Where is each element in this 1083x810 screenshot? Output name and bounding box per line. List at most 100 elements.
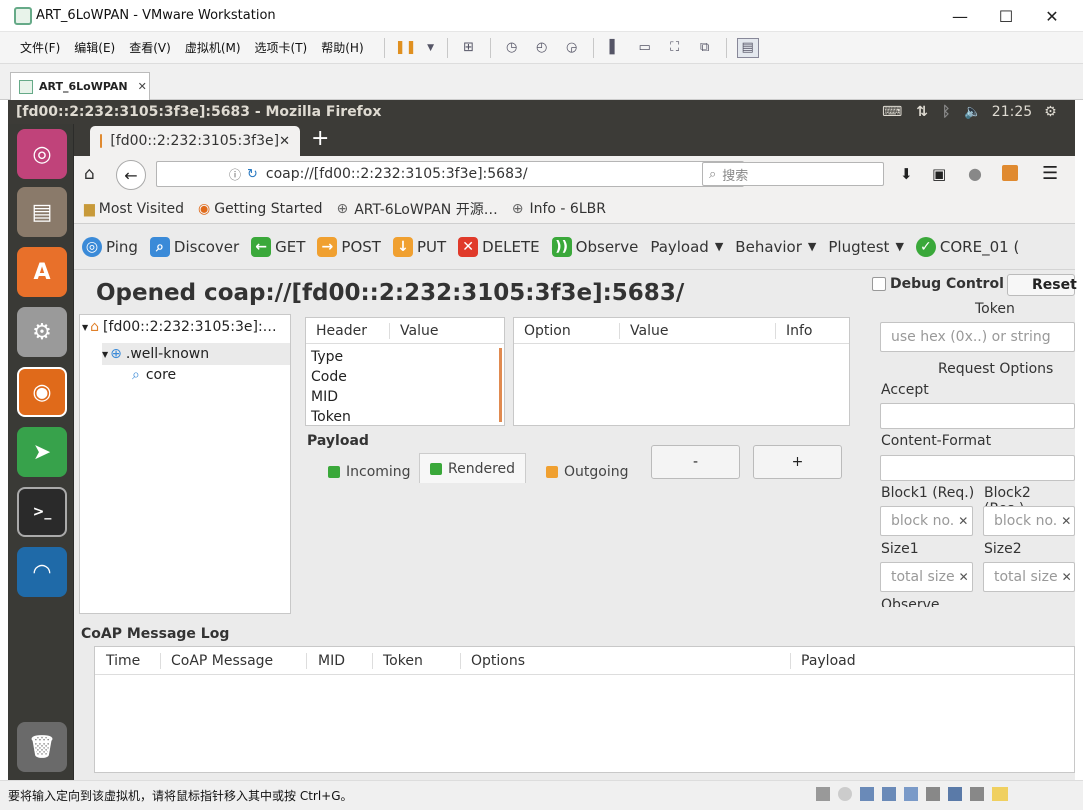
wireshark-icon[interactable]: ◠ [17,547,67,597]
menu-help[interactable]: 帮助(H) [321,39,363,56]
tab-outgoing[interactable]: Outgoing [546,460,628,484]
bookmark-getting-started[interactable]: ◉ Getting Started [198,201,322,217]
unity-icon[interactable]: ⧉ [694,38,716,58]
size2-input[interactable]: total size ✕ [983,562,1075,592]
log-col-message: CoAP Message [161,652,307,669]
menu-tabs[interactable]: 选项卡(T) [255,39,308,56]
url-bar[interactable]: ⓘ ↻ coap://[fd00::2:232:3105:3f3e]:5683/… [156,161,744,187]
terminal-icon[interactable]: >_ [17,487,67,537]
network-icon[interactable]: ⇅ [916,104,928,120]
printer-icon[interactable] [926,787,940,801]
sync-icon[interactable]: ● [968,164,982,183]
snapshot-manager-icon[interactable]: ◶ [561,38,583,58]
revert-snapshot-icon[interactable]: ◴ [531,38,553,58]
back-button[interactable]: ← [116,160,146,190]
block2-input[interactable]: block no. ✕ [983,506,1075,536]
hdd-icon[interactable] [816,787,830,801]
menu-vm[interactable]: 虚拟机(M) [185,39,241,56]
observe-button[interactable]: )) Observe [551,236,638,257]
console-view-icon[interactable]: ▭ [634,38,656,58]
vm-tab[interactable]: ART_6LoWPAN ✕ [10,72,150,100]
bluetooth-icon[interactable]: ᛒ [942,104,950,120]
clock[interactable]: 21:25 [992,104,1032,120]
clear-icon[interactable]: ✕ [1062,570,1072,584]
sound-icon[interactable] [904,787,918,801]
menu-hamburger-icon[interactable]: ☰ [1042,163,1058,184]
software-center-icon[interactable]: A [17,247,67,297]
volume-icon[interactable]: 🔈 [964,104,981,120]
messenger-icon[interactable]: ➤ [17,427,67,477]
fullscreen-icon[interactable]: ⛶ [664,38,686,58]
plugtest-menu[interactable]: Plugtest ▼ [828,238,904,256]
size1-input[interactable]: total size ✕ [880,562,973,592]
clear-icon[interactable]: ✕ [1061,514,1071,528]
close-button[interactable]: ✕ [1029,0,1075,32]
clear-icon[interactable]: ✕ [958,514,968,528]
minimize-button[interactable]: — [937,0,983,32]
devices-icon[interactable] [970,787,984,801]
maximize-button[interactable]: ☐ [983,0,1029,32]
system-settings-icon[interactable]: ⚙ [17,307,67,357]
library-icon[interactable]: ▤ [736,37,759,58]
plus-button[interactable]: + [753,445,842,479]
menu-view[interactable]: 查看(V) [129,39,171,56]
debug-control[interactable]: Debug Control [872,276,1004,292]
cd-icon[interactable] [838,787,852,801]
post-button[interactable]: → POST [317,236,381,257]
debug-checkbox[interactable] [872,277,886,291]
url-text[interactable]: coap://[fd00::2:232:3105:3f3e]:5683/ [266,166,528,182]
token-input[interactable]: use hex (0x..) or string [880,322,1075,352]
get-button[interactable]: ← GET [251,236,305,257]
home-icon[interactable]: ⌂ [84,164,95,184]
search-box[interactable]: ⌕ 搜索 [702,162,884,186]
menu-edit[interactable]: 编辑(E) [74,39,115,56]
ubuntu-dash-icon[interactable]: ◎ [17,129,67,179]
put-button[interactable]: ↓ PUT [392,236,446,257]
files-icon[interactable]: ▤ [17,187,67,237]
keyboard-icon[interactable]: ⌨ [882,104,902,120]
network-adapter-icon[interactable] [860,787,874,801]
content-format-input[interactable] [880,455,1075,481]
delete-button[interactable]: ✕ DELETE [458,236,540,257]
clear-icon[interactable]: ✕ [959,570,969,584]
accept-input[interactable] [880,403,1075,429]
tree-root[interactable]: ▼ ⌂ [fd00::2:232:3105:3e]:… [82,319,277,335]
info-icon[interactable]: ⓘ [229,166,241,183]
display-icon[interactable] [948,787,962,801]
discover-button[interactable]: ⌕ Discover [149,236,239,257]
payload-menu[interactable]: Payload ▼ [650,238,723,256]
reset-button[interactable]: Reset [1007,274,1077,296]
new-tab-icon[interactable]: + [311,126,329,151]
system-gear-icon[interactable]: ⚙ [1044,104,1057,120]
tree-core[interactable]: ⌕ core [132,367,176,383]
bookmark-info-6lbr[interactable]: ⊕ Info - 6LBR [512,201,606,217]
send-keys-icon[interactable]: ⊞ [458,38,480,58]
usb-icon[interactable] [882,787,896,801]
trash-icon[interactable]: 🗑 [17,722,67,772]
menu-file[interactable]: 文件(F) [20,39,60,56]
window-icon[interactable]: ▣ [932,165,946,183]
copper-addon-icon[interactable] [1002,165,1018,181]
message-icon[interactable] [992,787,1008,801]
tab-close-icon[interactable]: ✕ [279,134,290,149]
block1-input[interactable]: block no. ✕ [880,506,973,536]
minus-button[interactable]: - [651,445,740,479]
scrollbar[interactable] [499,348,502,422]
tree-well-known[interactable]: ▼ ⊕ .well-known [102,343,290,365]
ping-button[interactable]: ◎ Ping [82,236,138,257]
dropdown-arrow-icon[interactable]: ▼ [425,38,437,58]
firefox-icon[interactable]: ◉ [17,367,67,417]
bookmark-art-6lowpan[interactable]: ⊕ ART-6LoWPAN 开源… [336,199,497,219]
vm-tab-close-icon[interactable]: ✕ [138,80,147,93]
reload-small-icon[interactable]: ↻ [247,167,258,182]
downloads-icon[interactable]: ⬇ [900,165,913,183]
tab-rendered[interactable]: Rendered [419,453,527,483]
tab-incoming[interactable]: Incoming [326,460,413,484]
behavior-menu[interactable]: Behavior ▼ [735,238,816,256]
sidebar-view-icon[interactable]: ▌ [604,38,626,58]
core-button[interactable]: ✓ CORE_01 ( [915,236,1019,257]
snapshot-icon[interactable]: ◷ [501,38,523,58]
firefox-tab[interactable]: [fd00::2:232:3105:3f3e] ✕ [90,126,300,156]
bookmark-most-visited[interactable]: ▆ Most Visited [84,201,184,217]
pause-icon[interactable]: ❚❚ [395,38,417,58]
